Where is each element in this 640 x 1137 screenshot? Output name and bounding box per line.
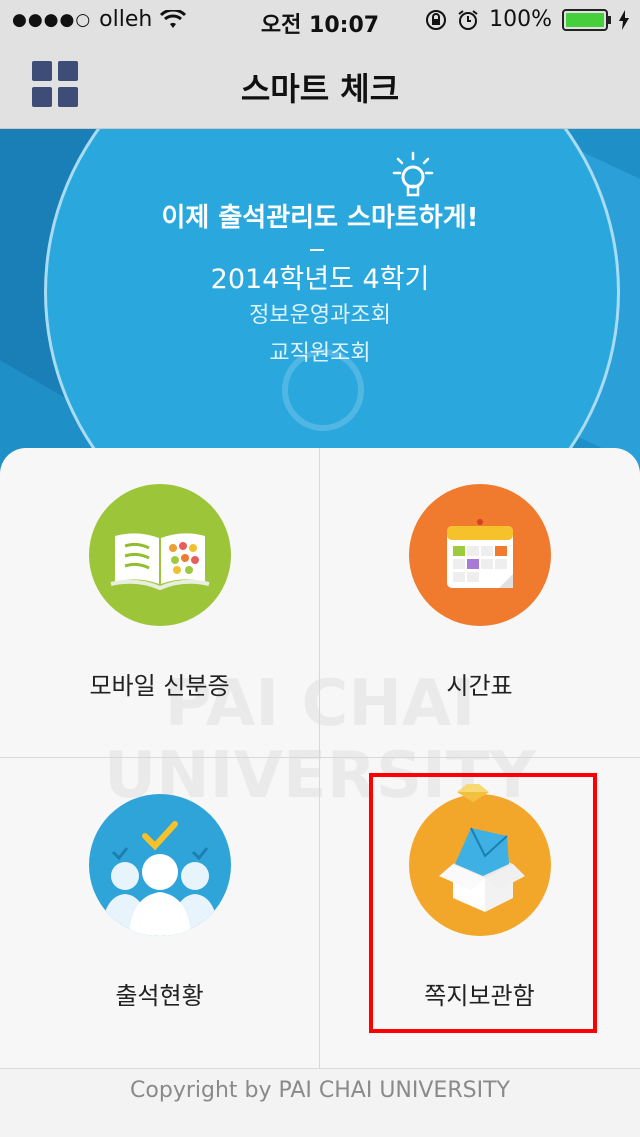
copyright-text: Copyright by PAI CHAI UNIVERSITY — [130, 1078, 510, 1103]
semester-label: 2014학년도 4학기 — [210, 264, 430, 295]
calendar-icon — [409, 484, 551, 626]
timetable-button[interactable]: 시간표 — [320, 448, 639, 757]
lightbulb-icon — [392, 151, 434, 197]
selection-highlight — [369, 773, 597, 1033]
timetable-label: 시간표 — [446, 672, 513, 700]
department-label: 정보운영과조회 — [249, 303, 391, 328]
charging-icon — [619, 9, 629, 30]
alarm-icon — [458, 9, 478, 30]
attendance-button[interactable]: 출석현황 — [0, 758, 319, 1067]
banner-slogan: 이제 출석관리도 스마트하게! — [161, 203, 479, 233]
navigation-bar: 스마트 체크 — [0, 40, 640, 129]
page-title: 스마트 체크 — [240, 70, 400, 108]
attendance-label: 출석현황 — [115, 982, 204, 1010]
people-check-icon — [89, 794, 231, 936]
footer: Copyright by PAI CHAI UNIVERSITY — [0, 1068, 640, 1137]
header-banner: 이제 출석관리도 스마트하게! 2014학년도 4학기 정보운영과조회 교직원조… — [0, 129, 640, 489]
book-icon — [89, 484, 231, 626]
battery-percentage: 100% — [489, 7, 552, 32]
university-emblem — [282, 349, 364, 431]
mobile-id-button[interactable]: 모바일 신분증 — [0, 448, 319, 757]
divider — [310, 249, 324, 251]
orientation-lock-icon — [426, 9, 447, 30]
battery-icon — [562, 8, 611, 31]
status-bar: ●●●●○ olleh 오전 10:07 100% — [0, 0, 640, 40]
mobile-id-label: 모바일 신분증 — [89, 672, 230, 700]
